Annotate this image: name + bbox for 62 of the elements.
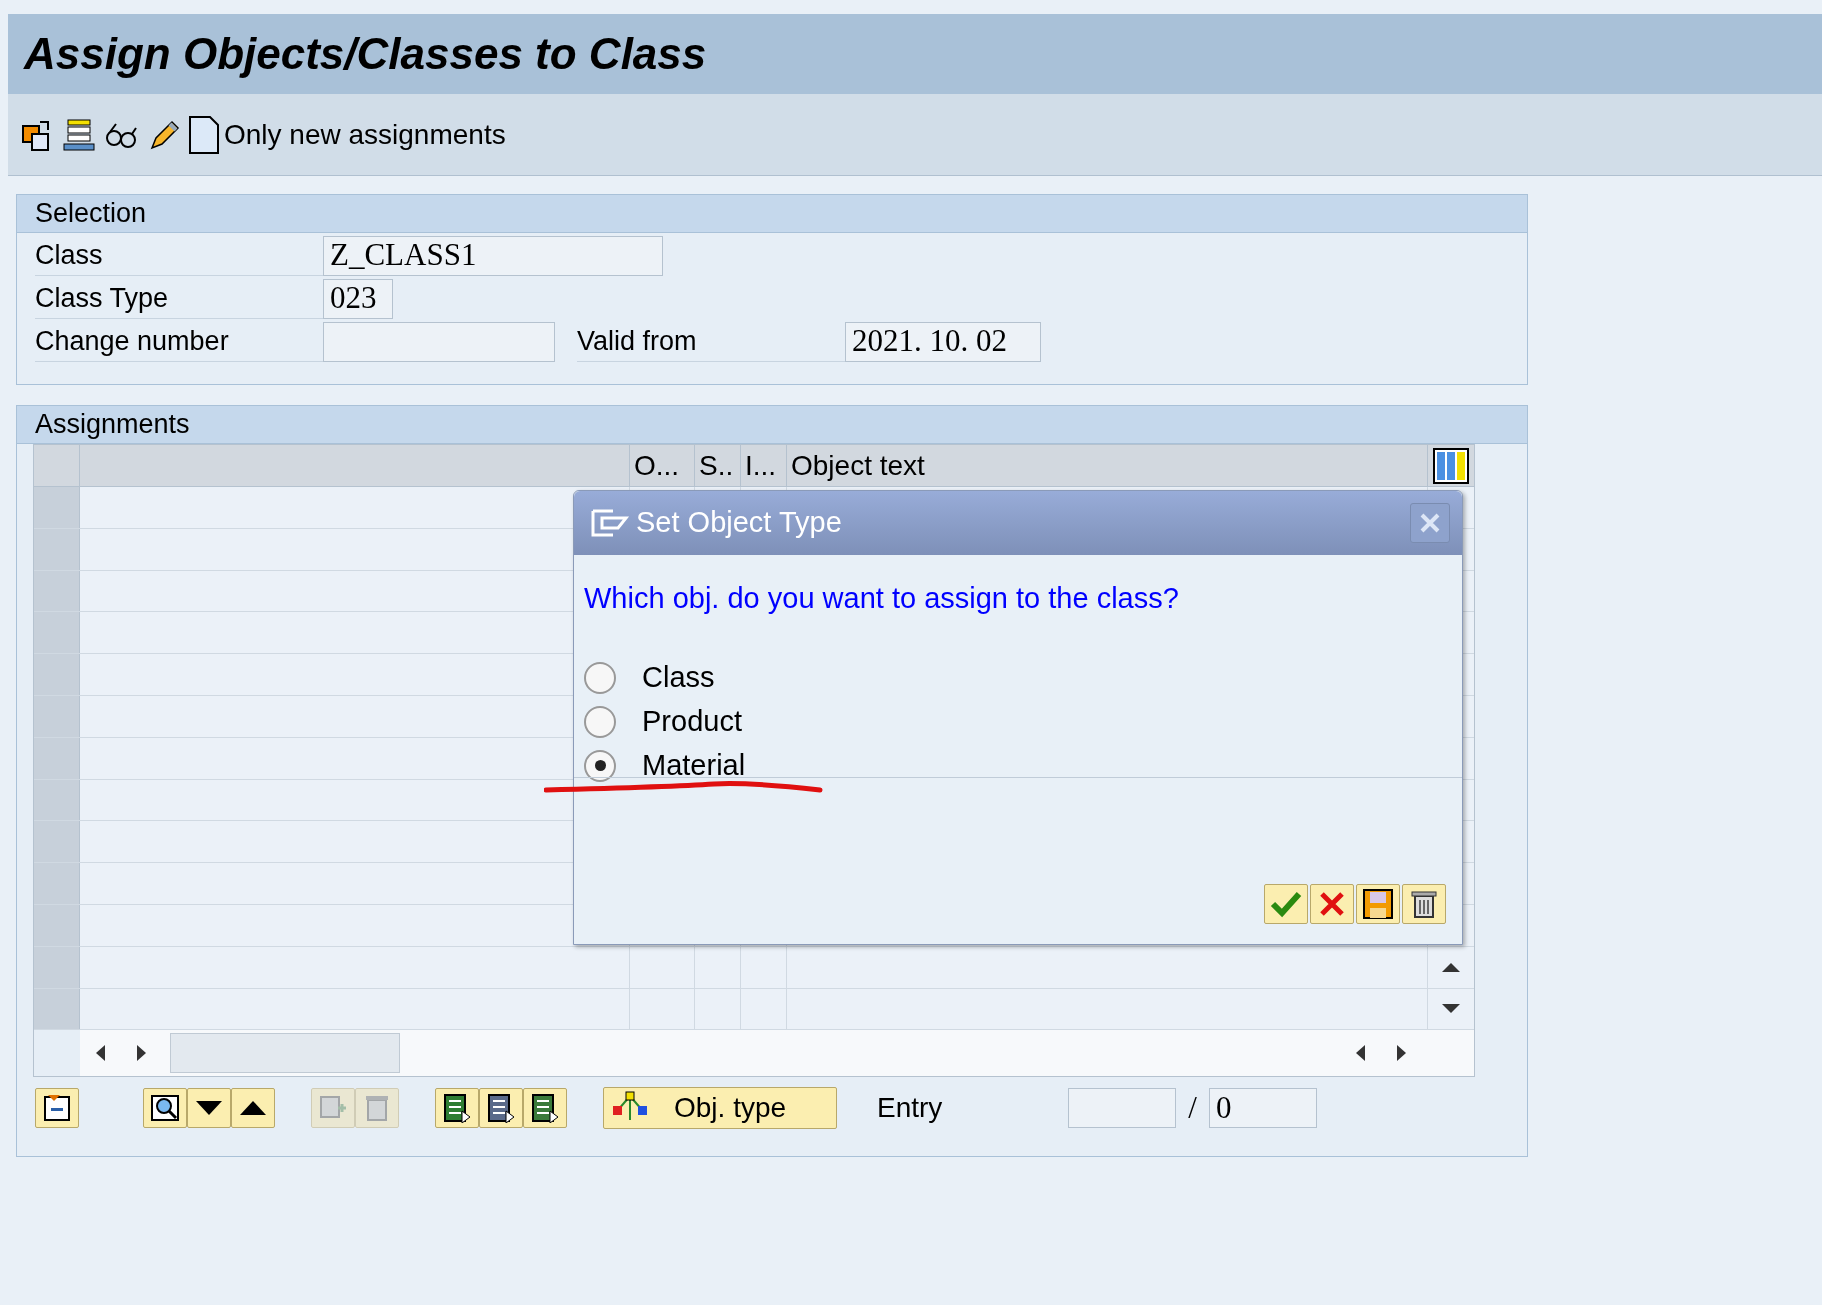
radio-option[interactable]: Class	[584, 660, 1462, 695]
horizontal-scrollbar[interactable]	[34, 1030, 1474, 1077]
cancel-button[interactable]	[1310, 884, 1354, 924]
panel-title: Assignments	[35, 408, 190, 442]
document-icon	[188, 114, 220, 155]
details-button[interactable]	[35, 1088, 79, 1129]
column-header[interactable]: S..	[695, 445, 741, 486]
column-header[interactable]: Object text	[787, 445, 1428, 486]
only-new-assignments-button[interactable]: Only new assignments	[188, 113, 506, 156]
move-down-button[interactable]	[187, 1088, 231, 1129]
panel-title: Selection	[35, 197, 147, 231]
column-header[interactable]: O...	[630, 445, 695, 486]
document-export-icon	[486, 1093, 516, 1124]
scroll-right-icon[interactable]	[137, 1045, 146, 1062]
dialog-title: Set Object Type	[636, 505, 842, 541]
up-triangle-icon	[240, 1101, 266, 1116]
entry-label: Entry	[877, 1091, 943, 1126]
document-export-icon	[530, 1093, 560, 1124]
find-button[interactable]	[143, 1088, 187, 1129]
dialog-question: Which obj. do you want to assign to the class?	[584, 582, 1179, 614]
scroll-down-icon[interactable]	[1442, 1004, 1460, 1014]
entry-field[interactable]	[1068, 1088, 1177, 1129]
export-button[interactable]	[523, 1088, 567, 1129]
insert-row-button[interactable]	[311, 1088, 355, 1129]
scroll-left-icon[interactable]	[1356, 1045, 1365, 1062]
obj-type-button[interactable]: Obj. type	[603, 1087, 837, 1130]
radio-button[interactable]	[584, 749, 616, 782]
move-up-button[interactable]	[231, 1088, 275, 1129]
radio-button[interactable]	[584, 705, 616, 738]
column-header[interactable]: I...	[741, 445, 787, 486]
entry-total-field[interactable]: 0	[1209, 1088, 1317, 1129]
input-field[interactable]: 023	[323, 278, 393, 319]
input-field[interactable]	[323, 321, 555, 362]
dialog-icon	[590, 508, 630, 538]
export-button[interactable]	[435, 1088, 479, 1129]
close-button[interactable]	[1410, 503, 1450, 543]
scroll-right-icon[interactable]	[1397, 1045, 1406, 1062]
export-button[interactable]	[479, 1088, 523, 1129]
stack-icon[interactable]	[62, 117, 96, 152]
filter-list-icon	[42, 1093, 72, 1124]
scroll-up-icon[interactable]	[1442, 962, 1460, 972]
down-triangle-icon	[196, 1101, 222, 1116]
scroll-left-icon[interactable]	[96, 1045, 105, 1062]
date-field[interactable]: 2021. 10. 02	[845, 321, 1041, 362]
delete-button[interactable]	[1402, 884, 1446, 924]
radio-option[interactable]: Material	[584, 748, 1462, 783]
checkmark-icon	[1270, 890, 1302, 918]
window-title: Assign Objects/Classes to Class	[24, 28, 707, 80]
search-icon	[150, 1093, 180, 1124]
close-icon	[1319, 891, 1345, 917]
column-settings-icon[interactable]	[1433, 447, 1469, 484]
radio-button[interactable]	[584, 661, 616, 694]
close-icon	[1420, 513, 1440, 533]
confirm-button[interactable]	[1264, 884, 1308, 924]
save-button[interactable]	[1356, 884, 1400, 924]
radio-option[interactable]: Product	[584, 704, 1462, 739]
input-field[interactable]: Z_CLASS1	[323, 235, 663, 276]
document-export-icon	[442, 1093, 472, 1124]
trash-icon	[365, 1094, 389, 1123]
scrollbar-thumb[interactable]	[170, 1033, 400, 1074]
trash-icon	[1411, 889, 1437, 919]
entry-separator: /	[1188, 1089, 1197, 1128]
